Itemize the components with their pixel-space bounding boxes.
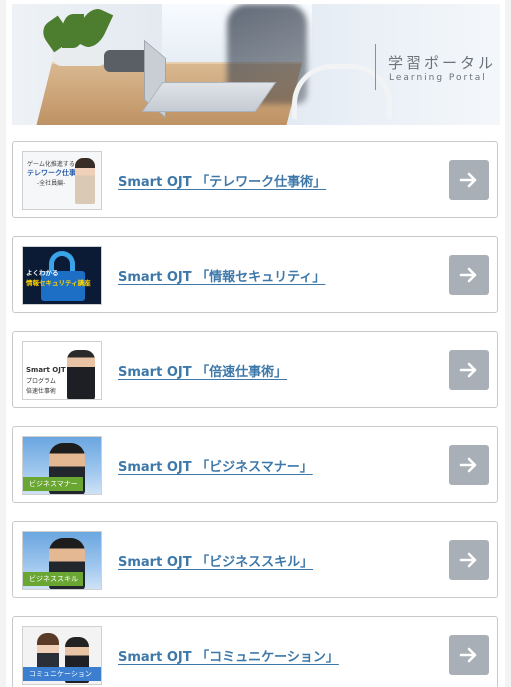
arrow-right-icon (459, 552, 477, 568)
open-course-button[interactable] (449, 350, 489, 390)
open-course-button[interactable] (449, 255, 489, 295)
thumb-text: よくわかる (26, 269, 59, 277)
course-card-security[interactable]: よくわかる 情報セキュリティ講座 Smart OJT 「情報セキュリティ」 (12, 236, 498, 313)
course-thumbnail[interactable]: よくわかる 情報セキュリティ講座 (22, 246, 102, 305)
course-thumbnail[interactable]: Smart OJT プログラム 倍速仕事術 (22, 341, 102, 400)
banner-chair (292, 64, 392, 119)
open-course-button[interactable] (449, 635, 489, 675)
course-card-business-skill[interactable]: ビジネススキル Smart OJT 「ビジネススキル」 (12, 521, 498, 598)
course-card-business-manner[interactable]: ビジネスマナー Smart OJT 「ビジネスマナー」 (12, 426, 498, 503)
banner-plant-pot (52, 48, 108, 66)
course-card-telework[interactable]: ゲーム化推進する テレワーク仕事術 -全社員編- Smart OJT 「テレワー… (12, 141, 498, 218)
course-thumbnail[interactable]: ビジネススキル (22, 531, 102, 590)
course-card-communication[interactable]: コミュニケーション Smart OJT 「コミュニケーション」 (12, 616, 498, 687)
open-course-button[interactable] (449, 540, 489, 580)
portal-subtitle: Learning Portal (389, 73, 487, 83)
arrow-right-icon (459, 267, 477, 283)
banner-divider (375, 44, 376, 90)
course-thumbnail[interactable]: ゲーム化推進する テレワーク仕事術 -全社員編- (22, 151, 102, 210)
thumb-label: ビジネスマナー (23, 477, 83, 491)
course-card-speed-work[interactable]: Smart OJT プログラム 倍速仕事術 Smart OJT 「倍速仕事術」 (12, 331, 498, 408)
arrow-right-icon (459, 457, 477, 473)
thumb-label: コミュニケーション (23, 667, 101, 681)
thumb-text: プログラム (26, 378, 56, 385)
arrow-right-icon (459, 172, 477, 188)
arrow-right-icon (459, 362, 477, 378)
thumb-label: ビジネススキル (23, 572, 83, 586)
thumb-text: 情報セキュリティ講座 (26, 279, 91, 287)
arrow-right-icon (459, 647, 477, 663)
open-course-button[interactable] (449, 445, 489, 485)
open-course-button[interactable] (449, 160, 489, 200)
thumb-text: 倍速仕事術 (26, 388, 57, 395)
course-link-speed-work[interactable]: Smart OJT 「倍速仕事術」 (118, 361, 287, 380)
learning-portal-banner: 学習ポータル Learning Portal (12, 4, 500, 125)
thumb-text: -全社員編- (37, 180, 66, 187)
course-link-telework[interactable]: Smart OJT 「テレワーク仕事術」 (118, 171, 326, 190)
course-link-security[interactable]: Smart OJT 「情報セキュリティ」 (118, 266, 325, 285)
course-thumbnail[interactable]: ビジネスマナー (22, 436, 102, 495)
presenter-figure (75, 158, 95, 204)
course-thumbnail[interactable]: コミュニケーション (22, 626, 102, 685)
thumb-text: ゲーム化推進する (27, 161, 75, 168)
page: 学習ポータル Learning Portal ゲーム化推進する テレワーク仕事術… (6, 0, 505, 687)
course-link-business-skill[interactable]: Smart OJT 「ビジネススキル」 (118, 551, 313, 570)
thumb-text: Smart OJT (26, 366, 66, 374)
portal-title: 学習ポータル (388, 54, 497, 72)
course-link-communication[interactable]: Smart OJT 「コミュニケーション」 (118, 646, 339, 665)
course-link-business-manner[interactable]: Smart OJT 「ビジネスマナー」 (118, 456, 313, 475)
presenter-figure (67, 350, 95, 399)
banner-laptop-keyboard (141, 82, 277, 112)
